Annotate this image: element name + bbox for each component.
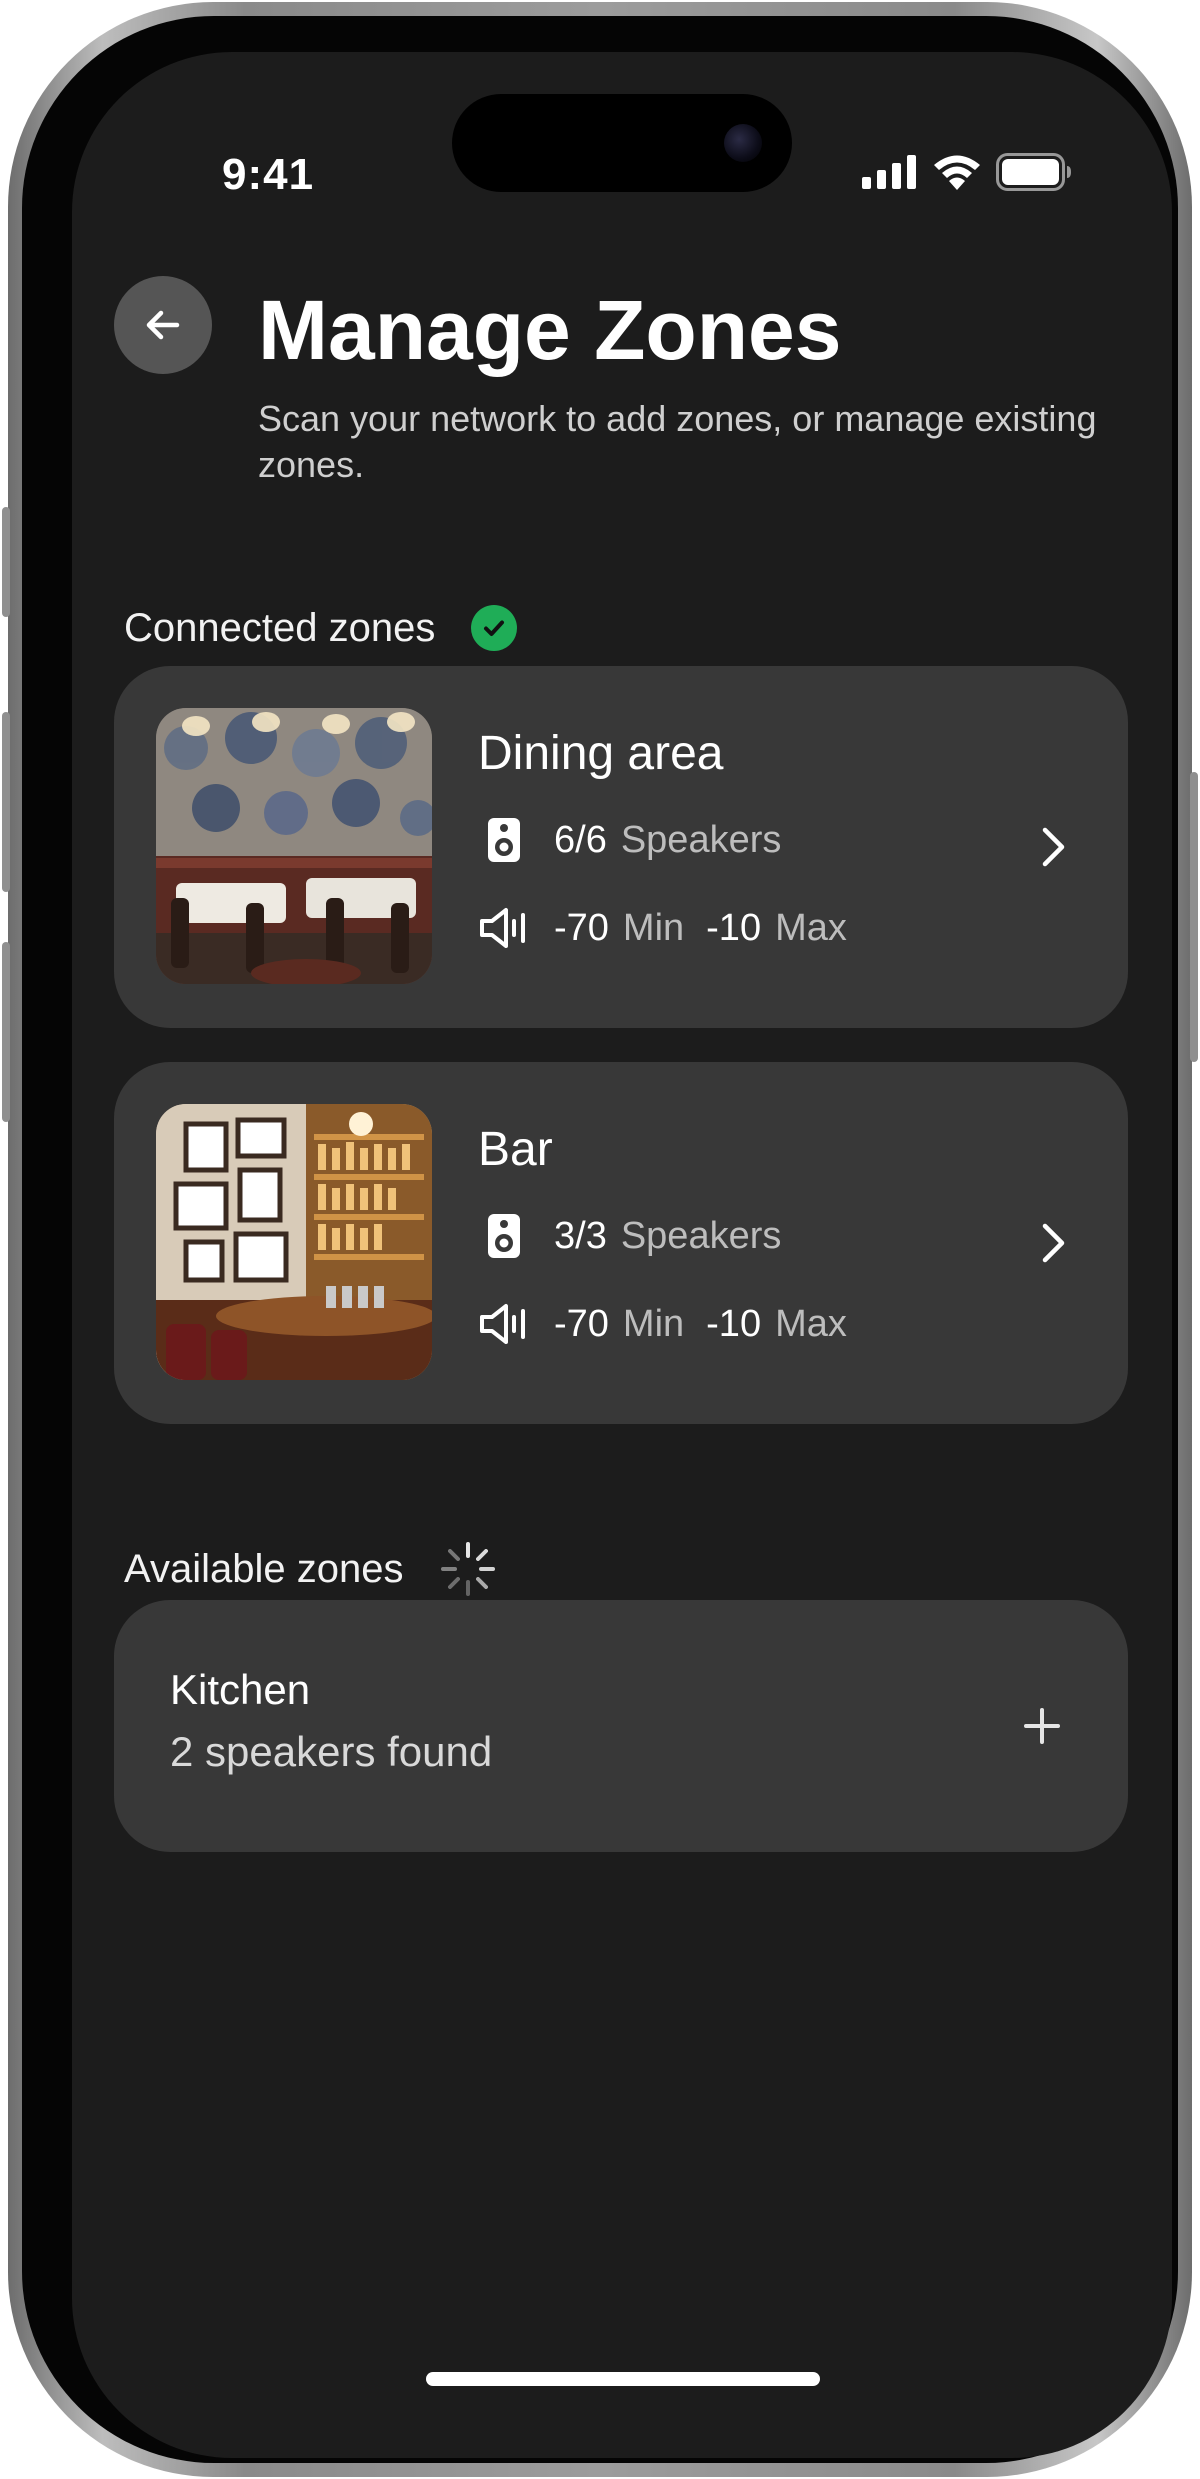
zone-name: Bar — [478, 1123, 553, 1176]
speakers-label: Speakers — [620, 818, 782, 861]
check-circle-icon — [471, 605, 518, 651]
speaker-icon — [478, 1210, 530, 1262]
plus-icon[interactable] — [1018, 1702, 1066, 1750]
volume-icon — [478, 902, 530, 954]
zone-volume-row: -70 Min -10 Max — [478, 902, 847, 954]
zone-card-bar[interactable]: Bar 3/3 Speakers -70 Min -10 Max — [114, 1062, 1128, 1424]
power-button — [1190, 772, 1198, 1062]
available-zones-header: Available zones — [124, 1540, 497, 1598]
front-camera — [724, 124, 762, 162]
volume-min-value: -70 — [554, 906, 609, 949]
chevron-right-icon[interactable] — [1028, 822, 1078, 872]
volume-min-label: Min — [622, 906, 685, 949]
status-icons — [862, 152, 1072, 192]
bezel: 9:41 Manage Zones Scan your network to a… — [22, 16, 1178, 2463]
spinner-icon — [441, 1542, 496, 1596]
available-zone-subtitle: 2 speakers found — [170, 1728, 493, 1775]
available-zones-label: Available zones — [124, 1546, 404, 1591]
action-button — [2, 507, 10, 617]
connected-zones-label: Connected zones — [124, 605, 436, 650]
volume-max-label: Max — [775, 906, 847, 949]
volume-max-label: Max — [775, 1302, 847, 1345]
chevron-right-icon[interactable] — [1028, 1218, 1078, 1268]
zone-name: Dining area — [478, 727, 724, 780]
volume-min-value: -70 — [554, 1302, 609, 1345]
phone-frame: 9:41 Manage Zones Scan your network to a… — [2, 2, 1198, 2477]
zone-speakers-row: 3/3 Speakers — [478, 1210, 781, 1262]
volume-up-button — [2, 712, 10, 892]
dynamic-island — [452, 94, 792, 192]
home-indicator[interactable] — [426, 2372, 820, 2386]
battery-icon — [996, 153, 1071, 191]
speaker-icon — [478, 814, 530, 866]
page-subtitle: Scan your network to add zones, or manag… — [258, 398, 1097, 485]
zone-image-bar — [156, 1104, 432, 1380]
speakers-label: Speakers — [620, 1214, 782, 1257]
zone-image-dining-area — [156, 708, 432, 984]
speakers-count: 6/6 — [554, 818, 607, 861]
volume-min-label: Min — [622, 1302, 685, 1345]
volume-max-value: -10 — [706, 1302, 762, 1345]
volume-down-button — [2, 942, 10, 1122]
wifi-icon — [934, 155, 980, 190]
back-button[interactable] — [114, 276, 212, 374]
status-time: 9:41 — [222, 150, 315, 199]
available-zone-card-kitchen[interactable]: Kitchen 2 speakers found — [114, 1600, 1128, 1852]
arrow-left-icon — [146, 310, 180, 340]
screen: 9:41 Manage Zones Scan your network to a… — [72, 52, 1172, 2458]
zone-card-dining-area[interactable]: Dining area 6/6 Speakers -70 Min -10 Max — [114, 666, 1128, 1028]
connected-zones-header: Connected zones — [124, 605, 518, 651]
volume-max-value: -10 — [706, 906, 762, 949]
volume-icon — [478, 1298, 530, 1350]
zone-speakers-row: 6/6 Speakers — [478, 814, 781, 866]
speakers-count: 3/3 — [554, 1214, 607, 1257]
cellular-signal-icon — [862, 155, 916, 189]
available-zone-name: Kitchen — [170, 1666, 311, 1713]
page-title: Manage Zones — [258, 283, 842, 377]
zone-volume-row: -70 Min -10 Max — [478, 1298, 847, 1350]
